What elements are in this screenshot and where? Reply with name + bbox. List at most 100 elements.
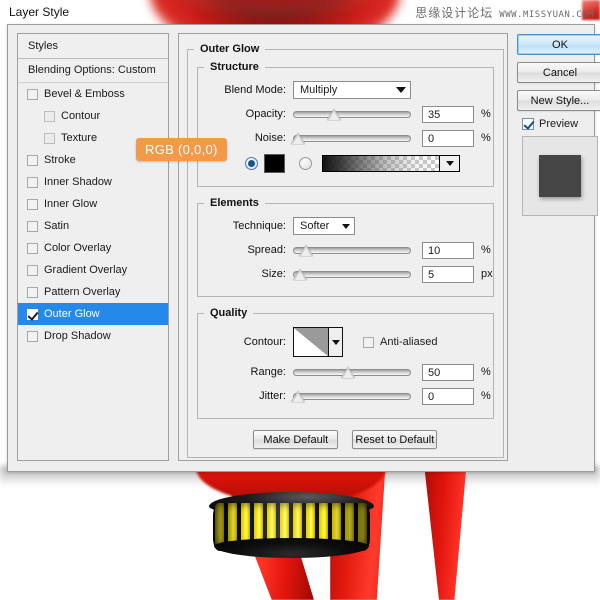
rgb-tooltip-badge: RGB (0,0,0) [136,138,227,161]
noise-slider[interactable] [293,130,411,146]
style-item-label: Stroke [44,154,76,166]
opacity-unit: % [481,108,491,120]
checkbox-icon[interactable] [44,111,55,122]
opacity-input[interactable]: 35 [422,106,474,123]
size-slider[interactable] [293,266,411,282]
sidebar-item-gradient-overlay[interactable]: Gradient Overlay [18,259,168,281]
opacity-slider[interactable] [293,106,411,122]
anti-aliased-label: Anti-aliased [380,336,437,348]
slider-thumb[interactable] [341,367,355,378]
checkbox-checked-icon[interactable] [27,309,38,320]
chevron-down-icon [342,224,350,229]
reset-to-default-button[interactable]: Reset to Default [352,430,437,449]
checkbox-icon[interactable] [27,243,38,254]
anti-aliased-option[interactable]: Anti-aliased [363,336,437,348]
slider-track [293,135,411,142]
style-item-label: Satin [44,220,69,232]
spread-unit: % [481,244,491,256]
checkbox-checked-icon[interactable] [522,118,534,130]
style-item-label: Contour [61,110,100,122]
spread-input[interactable]: 10 [422,242,474,259]
slider-track [293,271,411,278]
gradient-swatch[interactable] [322,155,440,172]
checkbox-icon[interactable] [27,221,38,232]
radio-gradient[interactable] [299,157,312,170]
size-input[interactable]: 5 [422,266,474,283]
checkbox-icon[interactable] [27,287,38,298]
preview-label: Preview [539,118,578,130]
make-default-button[interactable]: Make Default [253,430,338,449]
jitter-input[interactable]: 0 [422,388,474,405]
gradient-picker[interactable] [322,155,460,172]
sidebar-item-outer-glow[interactable]: Outer Glow [18,303,168,325]
sidebar-item-inner-glow[interactable]: Inner Glow [18,193,168,215]
checkbox-icon[interactable] [27,177,38,188]
cancel-button[interactable]: Cancel [517,62,600,83]
chevron-down-icon [446,161,454,166]
checkbox-icon[interactable] [27,331,38,342]
slider-thumb[interactable] [293,269,307,280]
sidebar-item-satin[interactable]: Satin [18,215,168,237]
structure-group: Structure Blend Mode: Multiply Opacity: [197,61,494,187]
range-slider[interactable] [293,364,411,380]
opacity-field: Opacity: 35 % [198,103,493,125]
spread-field: Spread: 10 % [198,239,493,261]
slider-thumb[interactable] [299,245,313,256]
style-item-label: Pattern Overlay [44,286,120,298]
checkbox-icon[interactable] [27,199,38,210]
chevron-down-icon [332,340,340,345]
checkbox-icon[interactable] [27,89,38,100]
default-buttons-row: Make Default Reset to Default [188,430,503,449]
spread-slider[interactable] [293,242,411,258]
sidebar-item-inner-shadow[interactable]: Inner Shadow [18,171,168,193]
outer-glow-group: Outer Glow Structure Blend Mode: Multipl… [187,43,504,458]
technique-label: Technique: [198,220,293,232]
contour-swatch[interactable] [293,327,329,357]
range-unit: % [481,366,491,378]
jitter-label: Jitter: [198,390,293,402]
range-input[interactable]: 50 [422,364,474,381]
sidebar-item-color-overlay[interactable]: Color Overlay [18,237,168,259]
watermark-cn-text: 思缘设计论坛 [415,4,493,21]
preview-thumbnail [539,155,581,197]
styles-list-header: Styles [18,34,168,59]
technique-select[interactable]: Softer [293,217,355,235]
style-item-label: Inner Shadow [44,176,112,188]
sidebar-item-blending-options[interactable]: Blending Options: Custom [18,59,168,83]
checkbox-icon[interactable] [363,337,374,348]
checkbox-icon[interactable] [27,265,38,276]
preview-toggle[interactable]: Preview [522,118,600,130]
slider-thumb[interactable] [327,109,341,120]
sidebar-item-pattern-overlay[interactable]: Pattern Overlay [18,281,168,303]
jitter-slider[interactable] [293,388,411,404]
elements-group-title: Elements [204,197,265,209]
sidebar-item-bevel-emboss[interactable]: Bevel & Emboss [18,83,168,105]
gradient-dropdown-button[interactable] [440,155,460,172]
slider-track [293,393,411,400]
opacity-label: Opacity: [198,108,293,120]
quality-group-title: Quality [204,307,253,319]
new-style-button[interactable]: New Style... [517,90,600,111]
quality-group: Quality Contour: Anti-aliased Ra [197,307,494,419]
preview-thumbnail-box [522,136,598,216]
sidebar-item-contour[interactable]: Contour [18,105,168,127]
contour-field: Contour: Anti-aliased [198,325,493,359]
sidebar-item-drop-shadow[interactable]: Drop Shadow [18,325,168,347]
noise-input[interactable]: 0 [422,130,474,147]
radio-color-selected[interactable] [245,157,258,170]
contour-dropdown-button[interactable] [329,327,343,357]
technique-value: Softer [300,220,329,232]
checkbox-icon[interactable] [27,155,38,166]
blend-mode-field: Blend Mode: Multiply [198,79,493,101]
noise-unit: % [481,132,491,144]
blend-mode-select[interactable]: Multiply [293,81,411,99]
checkbox-icon[interactable] [44,133,55,144]
technique-field: Technique: Softer [198,215,493,237]
blend-mode-value: Multiply [300,84,337,96]
ok-button[interactable]: OK [517,34,600,55]
size-field: Size: 5 px [198,263,493,285]
watermark-url: WWW.MISSYUAN.COM [499,10,594,20]
slider-thumb[interactable] [291,133,305,144]
slider-thumb[interactable] [291,391,305,402]
color-swatch[interactable] [264,154,285,173]
